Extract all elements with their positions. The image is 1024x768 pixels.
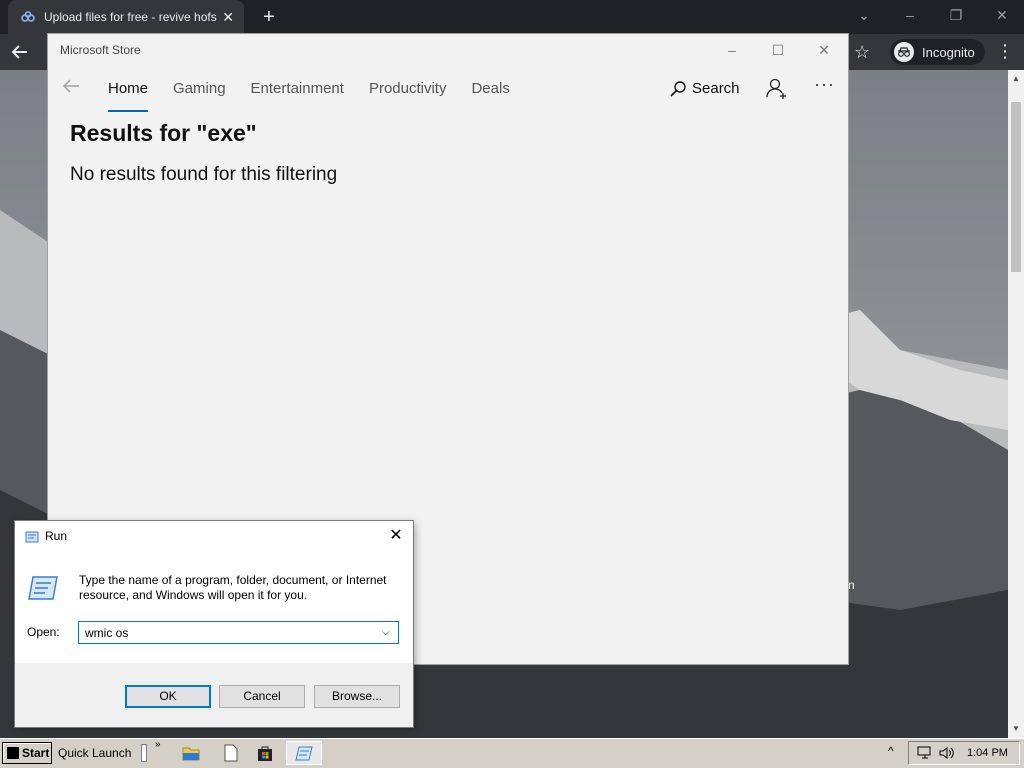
user-account-icon[interactable] bbox=[766, 78, 788, 100]
run-program-icon bbox=[27, 575, 59, 601]
clock[interactable]: 1:04 PM bbox=[967, 747, 1008, 759]
tab-search-chevron-icon[interactable]: ⌄ bbox=[852, 4, 876, 26]
taskbar: Start Quick Launch » ^ 1:04 PM bbox=[0, 738, 1024, 768]
store-back-icon[interactable] bbox=[62, 78, 80, 99]
search-label: Search bbox=[692, 80, 740, 97]
windows-logo-icon bbox=[7, 747, 19, 759]
open-label: Open: bbox=[27, 625, 60, 639]
system-tray: 1:04 PM bbox=[908, 741, 1020, 765]
run-taskbar-icon bbox=[295, 746, 313, 761]
run-dialog: Run ✕ Type the name of a program, folder… bbox=[15, 521, 413, 727]
run-footer: OK Cancel Browse... bbox=[15, 663, 413, 727]
store-bag-icon[interactable] bbox=[256, 744, 274, 762]
store-search-button[interactable]: Search bbox=[670, 80, 740, 97]
run-title: Run bbox=[45, 529, 68, 543]
store-close-icon[interactable]: ✕ bbox=[804, 38, 844, 62]
close-window-icon[interactable]: ✕ bbox=[990, 4, 1014, 26]
nav-productivity[interactable]: Productivity bbox=[369, 80, 447, 106]
quick-launch-separator bbox=[141, 744, 147, 762]
chevron-down-icon[interactable]: ⌵ bbox=[382, 627, 390, 638]
browser-tab[interactable]: Upload files for free - revive hofs ✕ bbox=[8, 0, 244, 34]
scrollbar-thumb[interactable] bbox=[1011, 102, 1021, 272]
store-nav: Home Gaming Entertainment Productivity D… bbox=[108, 80, 535, 112]
volume-icon[interactable] bbox=[939, 746, 955, 765]
new-tab-button[interactable]: + bbox=[258, 6, 280, 28]
nav-home[interactable]: Home bbox=[108, 80, 149, 112]
nav-deals[interactable]: Deals bbox=[471, 80, 509, 106]
store-maximize-icon[interactable]: ☐ bbox=[758, 38, 798, 62]
page-text-fragment: n bbox=[848, 578, 855, 592]
minimize-icon[interactable]: – bbox=[898, 4, 922, 26]
run-app-icon bbox=[25, 530, 39, 543]
store-window-title: Microsoft Store bbox=[60, 43, 141, 57]
network-icon[interactable] bbox=[917, 746, 933, 765]
page-scrollbar[interactable]: ▲ ▼ bbox=[1008, 70, 1024, 738]
store-minimize-icon[interactable]: – bbox=[712, 38, 752, 62]
no-results-message: No results found for this filtering bbox=[70, 164, 338, 185]
run-command-input[interactable]: wmic os ⌵ bbox=[78, 621, 399, 644]
incognito-badge[interactable]: Incognito bbox=[890, 39, 985, 65]
start-label: Start bbox=[22, 746, 50, 760]
incognito-label: Incognito bbox=[922, 44, 975, 60]
quick-launch-chevron[interactable]: » bbox=[155, 739, 161, 750]
browser-tab-bar: Upload files for free - revive hofs ✕ + … bbox=[0, 0, 1024, 34]
close-tab-icon[interactable]: ✕ bbox=[222, 9, 234, 26]
browser-menu-icon[interactable]: ⋮ bbox=[996, 42, 1014, 60]
scroll-up-icon[interactable]: ▲ bbox=[1012, 74, 1020, 83]
scroll-down-icon[interactable]: ▼ bbox=[1012, 724, 1020, 733]
search-icon bbox=[670, 80, 686, 97]
run-description: Type the name of a program, folder, docu… bbox=[79, 573, 387, 602]
run-titlebar[interactable]: Run ✕ bbox=[15, 521, 413, 551]
browser-tab-title: Upload files for free - revive hofs bbox=[44, 10, 217, 24]
start-button[interactable]: Start bbox=[2, 742, 52, 764]
nav-entertainment[interactable]: Entertainment bbox=[251, 80, 344, 106]
tray-expand-icon[interactable]: ^ bbox=[888, 744, 894, 758]
run-close-icon[interactable]: ✕ bbox=[385, 525, 407, 547]
run-command-value: wmic os bbox=[85, 626, 129, 640]
restore-icon[interactable]: ❐ bbox=[944, 4, 968, 26]
quick-launch-label: Quick Launch bbox=[58, 746, 132, 760]
file-explorer-icon[interactable] bbox=[182, 744, 200, 762]
bookmark-star-icon[interactable]: ☆ bbox=[854, 42, 870, 63]
run-taskbar-button[interactable] bbox=[286, 741, 322, 765]
browser-back-icon[interactable] bbox=[10, 42, 32, 64]
document-icon[interactable] bbox=[222, 744, 240, 762]
results-title: Results for "exe" bbox=[70, 120, 257, 146]
incognito-icon bbox=[894, 42, 914, 62]
more-options-icon[interactable]: ··· bbox=[814, 74, 835, 95]
nav-gaming[interactable]: Gaming bbox=[173, 80, 226, 106]
cancel-button[interactable]: Cancel bbox=[219, 685, 305, 708]
ok-button[interactable]: OK bbox=[125, 685, 211, 708]
browse-button[interactable]: Browse... bbox=[314, 685, 400, 708]
site-favicon-icon bbox=[20, 9, 36, 25]
